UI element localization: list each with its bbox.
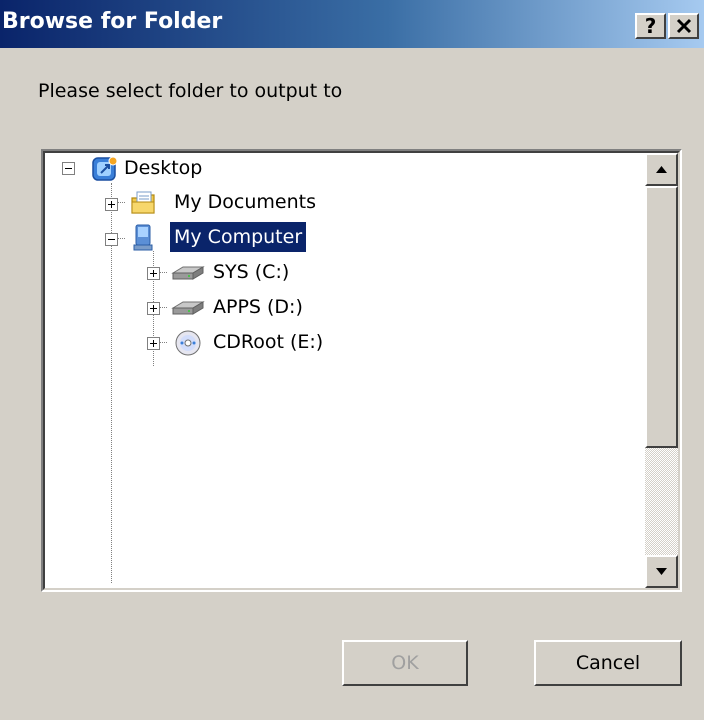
my-computer-icon [133,224,153,251]
scroll-thumb[interactable] [645,186,678,448]
tree-item-drive-c[interactable]: SYS (C:) [209,257,293,287]
expand-my-documents-toggle[interactable] [105,198,118,211]
ok-button[interactable]: OK [342,640,468,686]
tree-item-desktop[interactable]: Desktop [120,153,206,183]
cancel-button[interactable]: Cancel [534,640,682,686]
tree-item-my-computer[interactable]: My Computer [170,222,307,252]
expand-drive-d-toggle[interactable] [147,302,160,315]
help-button[interactable]: ? [635,13,666,39]
arrow-down-icon [656,568,667,575]
collapse-desktop-toggle[interactable] [62,162,75,175]
desktop-icon [92,156,118,181]
expand-drive-c-toggle[interactable] [147,267,160,280]
my-documents-icon [131,191,155,214]
prompt-text: Please select folder to output to [38,80,343,102]
close-icon [676,18,691,34]
tree-item-drive-e[interactable]: CDRoot (E:) [209,327,327,357]
scroll-up-button[interactable] [645,153,678,186]
tree-item-drive-d[interactable]: APPS (D:) [209,292,307,322]
browse-for-folder-dialog: Browse for Folder ? Please select folder… [0,0,704,720]
hard-drive-icon [171,266,205,280]
cd-drive-icon [175,330,201,356]
scroll-down-button[interactable] [645,555,678,588]
tree-item-my-documents[interactable]: My Documents [170,187,320,217]
collapse-my-computer-toggle[interactable] [105,233,118,246]
vertical-scrollbar[interactable] [645,153,678,588]
expand-drive-e-toggle[interactable] [147,337,160,350]
close-button[interactable] [668,13,699,39]
arrow-up-icon [656,166,667,173]
window-title: Browse for Folder [2,9,223,34]
title-bar[interactable]: Browse for Folder ? [0,0,704,48]
folder-tree[interactable]: Desktop My Documents My Computer SYS (C:… [41,149,682,592]
scroll-track[interactable] [645,448,678,555]
hard-drive-icon [171,301,205,315]
